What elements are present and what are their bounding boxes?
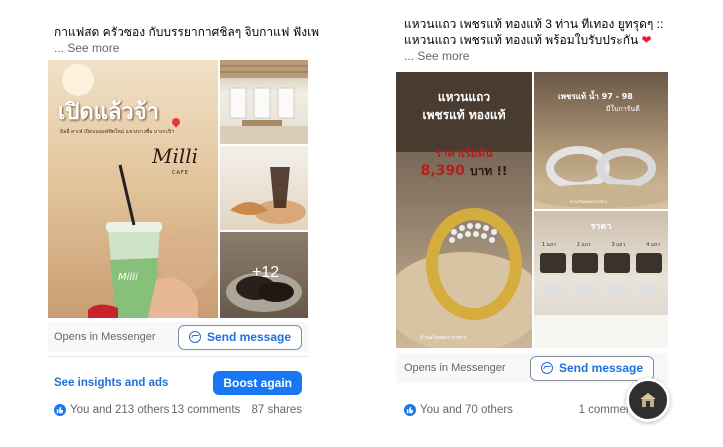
ring-headline-1: แหวนแถว	[437, 90, 491, 104]
left-main-image[interactable]: เปิดแล้วจ้า มิลลี่ คาเฟ่ เปิดบนออฟฟิศใหม…	[48, 60, 218, 318]
building-logo-icon	[640, 393, 656, 407]
coffee-art	[230, 162, 306, 224]
left-post-card: กาแฟสด ครัวซอง กับบรรยากาศชิลๆ จิบกาแฟ ฟ…	[48, 0, 320, 447]
left-comments-count[interactable]: 13 comments	[171, 404, 240, 416]
left-reactions[interactable]: You and 213 others	[54, 403, 169, 416]
like-icon	[404, 403, 416, 416]
left-divider	[48, 356, 308, 357]
left-post-caption: กาแฟสด ครัวซอง กับบรรยากาศชิลๆ จิบกาแฟ ฟ…	[48, 24, 320, 56]
left-shares-count[interactable]: 87 shares	[251, 404, 302, 416]
right-post-caption: แหวนแถว เพชรแท้ ทองแท้ 3 ท่าน ทีเทอง ยูท…	[398, 16, 682, 64]
cafe-subline: มิลลี่ คาเฟ่ เปิดบนออฟฟิศใหม่ แขวงบางซื่…	[60, 129, 175, 135]
right-caption-line1: แหวนแถว เพชรแท้ ทองแท้ 3 ท่าน ทีเทอง ยูท…	[404, 17, 664, 31]
right-main-watermark: บ้านสร้อยทอง ท่าซ่าง	[420, 335, 467, 341]
right-see-more-link[interactable]: ... See more	[404, 48, 676, 64]
see-insights-link[interactable]: See insights and ads	[54, 377, 168, 389]
interior-art	[220, 60, 308, 144]
right-opens-in-messenger: Opens in Messenger	[404, 362, 506, 374]
left-send-message-button[interactable]: Send message	[177, 324, 302, 350]
messenger-icon	[188, 331, 201, 343]
right-send-message-label: Send message	[558, 361, 643, 375]
diamond-grade: เพชรแท้ น้ำ 97 - 98	[558, 92, 633, 101]
like-icon	[54, 403, 66, 416]
left-thumb-interior[interactable]	[220, 60, 308, 144]
cafe-brand: Milli	[152, 144, 199, 168]
ring-headline-2: เพชรแท้ ทองแท้	[422, 108, 506, 122]
left-stats-row: You and 213 others 13 comments 87 shares	[48, 402, 308, 418]
right-thumb-watermark: บ้านสร้อยทอง ท่าซ่าง	[570, 199, 607, 204]
left-thumb-coffee[interactable]	[220, 146, 308, 230]
right-media-grid[interactable]: แหวนแถว เพชรแท้ ทองแท้ ราคาเริ่มต้น 8,39…	[396, 72, 668, 348]
right-thumb-pricelist[interactable]: ราคา 1 แถว 2 แถว 3 แถว 4 แถว	[534, 211, 668, 348]
right-caption-line2: แหวนแถว เพชรแท้ ทองแท้ พร้อมใบรับประกัน	[404, 33, 639, 47]
left-opens-in-messenger: Opens in Messenger	[54, 331, 156, 343]
left-thumb-more[interactable]: +12	[220, 232, 308, 318]
right-reactions[interactable]: You and 70 others	[404, 403, 513, 416]
price-value: 8,390	[420, 163, 465, 179]
right-main-image[interactable]: แหวนแถว เพชรแท้ ทองแท้ ราคาเริ่มต้น 8,39…	[396, 72, 532, 348]
cafe-headline: เปิดแล้วจ้า	[58, 100, 160, 125]
boost-again-button[interactable]: Boost again	[213, 370, 302, 395]
right-send-message-button[interactable]: Send message	[529, 355, 654, 381]
heart-icon: ❤	[641, 33, 652, 47]
left-messenger-row: Opens in Messenger Send message	[48, 322, 308, 352]
cup-label: Milli	[118, 272, 138, 283]
left-send-message-label: Send message	[206, 330, 291, 344]
more-photos-count: +12	[252, 264, 280, 281]
price-unit: บาท !!	[470, 164, 508, 178]
left-media-grid[interactable]: เปิดแล้วจ้า มิลลี่ คาเฟ่ เปิดบนออฟฟิศใหม…	[48, 60, 308, 318]
messenger-icon	[540, 362, 553, 374]
cafe-brand-sub: CAFE	[172, 170, 189, 176]
right-thumb-rings[interactable]: เพชรแท้ น้ำ 97 - 98 มีใบการันตี บ้านสร้อ…	[534, 72, 668, 209]
floating-page-avatar[interactable]	[626, 378, 670, 422]
price-line: 8,390 บาท !!	[396, 160, 532, 181]
right-messenger-row: Opens in Messenger Send message	[396, 353, 668, 383]
guarantee-text: มีใบการันตี	[606, 105, 640, 113]
pricelist-art	[534, 253, 668, 348]
right-post-card: แหวนแถว เพชรแท้ ทองแท้ 3 ท่าน ทีเทอง ยูท…	[394, 0, 672, 447]
left-actions-row: See insights and ads Boost again	[48, 370, 308, 395]
left-see-more-link[interactable]: ... See more	[54, 40, 314, 56]
left-caption-text: กาแฟสด ครัวซอง กับบรรยากาศชิลๆ จิบกาแฟ ฟ…	[54, 25, 320, 39]
